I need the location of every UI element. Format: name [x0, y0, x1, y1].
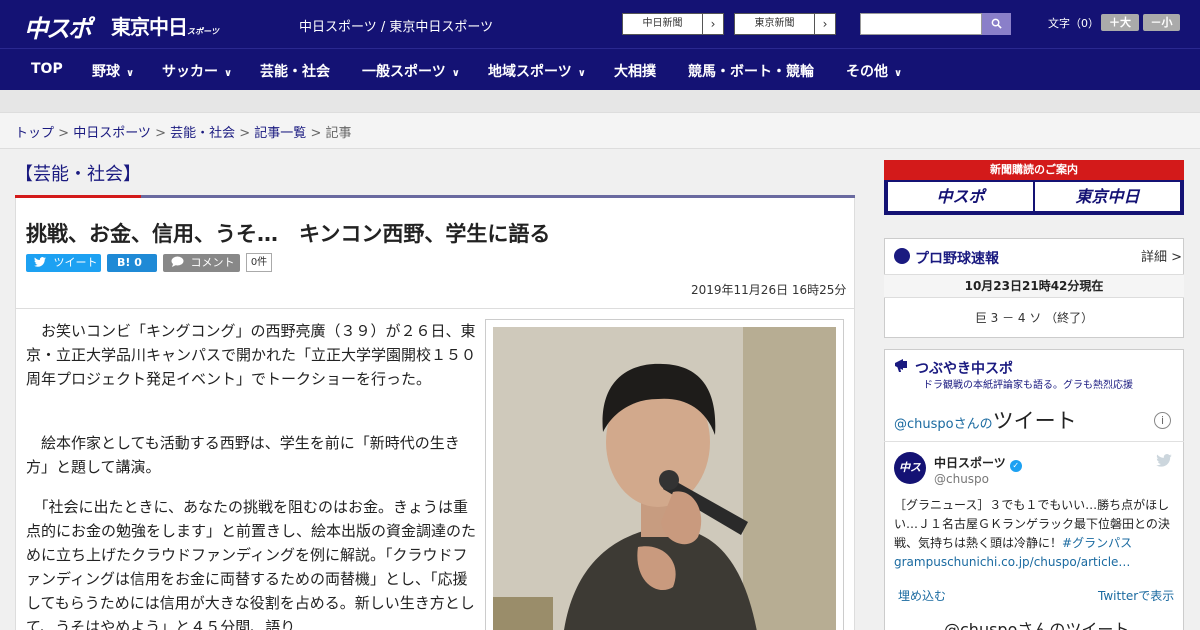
- comment-button[interactable]: コメント: [163, 254, 240, 272]
- breadcrumb-entertainment[interactable]: 芸能・社会: [170, 126, 235, 141]
- font-size-label: 文字（0）: [1048, 17, 1099, 30]
- tokyo-shimbun-link[interactable]: 東京新聞 ›: [734, 13, 836, 35]
- breadcrumb-sep: >: [150, 126, 171, 141]
- nav-soccer[interactable]: サッカー ∨: [162, 61, 232, 81]
- embed-link[interactable]: 埋め込む: [898, 587, 946, 604]
- chevron-down-icon: ∨: [451, 68, 460, 79]
- tweet-button[interactable]: ツイート: [26, 254, 101, 272]
- tokyo-logo-text: 東京中日: [111, 15, 188, 39]
- tokyo-shimbun-label: 東京新聞: [735, 14, 815, 34]
- chevron-down-icon: ∨: [224, 68, 233, 79]
- nav-local-sports[interactable]: 地域スポーツ ∨: [488, 61, 586, 81]
- chunichi-shimbun-link[interactable]: 中日新聞 ›: [622, 13, 724, 35]
- chevron-right-icon: ›: [710, 17, 716, 31]
- subscribe-tokyo-button[interactable]: 東京中日: [1035, 182, 1180, 211]
- nav-other[interactable]: その他 ∨: [846, 61, 902, 81]
- font-smaller-button[interactable]: －小: [1143, 14, 1180, 31]
- nav-entertainment[interactable]: 芸能・社会: [260, 61, 330, 81]
- speaker-photo-illustration: [493, 327, 836, 630]
- view-on-twitter-link[interactable]: Twitterで表示: [1098, 587, 1174, 604]
- baseball-title: プロ野球速報: [915, 251, 999, 267]
- chevron-down-icon: ∨: [894, 68, 903, 79]
- article-paragraph: 絵本作家としても活動する西野は、学生を前に「新時代の生き方」と題して講演。: [26, 434, 460, 476]
- twitter-bird-icon: [34, 257, 46, 267]
- tweet-label: ツイート: [53, 256, 98, 269]
- nav-top[interactable]: TOP: [31, 61, 63, 77]
- main-nav: TOP 野球 ∨ サッカー ∨ 芸能・社会 一般スポーツ ∨ 地域スポーツ ∨ 大相撲 …: [0, 48, 1200, 90]
- tsubuyaki-title: つぶやき中スポ: [915, 361, 1013, 377]
- nav-baseball[interactable]: 野球 ∨: [92, 61, 134, 81]
- site-names: 中日スポーツ / 東京中日スポーツ: [299, 20, 494, 35]
- search-button[interactable]: [982, 13, 1011, 35]
- subscription-banner[interactable]: 新聞購読のご案内 中スポ 東京中日: [884, 160, 1184, 215]
- ad-band: [0, 90, 1200, 112]
- hatena-bookmark-button[interactable]: B! 0: [107, 254, 157, 272]
- tweet-author-handle[interactable]: @chuspo: [934, 472, 989, 486]
- comment-label: コメント: [190, 256, 235, 269]
- nav-label: 地域スポーツ: [488, 64, 572, 80]
- tokyo-chunichi-logo[interactable]: 東京中日スポーツ: [111, 11, 219, 40]
- search-input[interactable]: [860, 13, 982, 35]
- breadcrumb-current: 記事: [325, 126, 352, 141]
- font-larger-button[interactable]: ＋大: [1101, 14, 1139, 31]
- article-paragraph: お笑いコンビ「キングコング」の西野亮廣（３９）が２６日、東京・立正大学品川キャン…: [26, 322, 477, 388]
- nav-label: 芸能・社会: [260, 64, 330, 80]
- nav-racing[interactable]: 競馬・ボート・競輪: [688, 61, 814, 81]
- nav-label: 競馬・ボート・競輪: [688, 64, 814, 80]
- subscribe-chuspo-button[interactable]: 中スポ: [888, 182, 1033, 211]
- author-name-text: 中日スポーツ: [934, 456, 1006, 470]
- avatar[interactable]: 中スポ: [894, 452, 926, 506]
- more-tweets-heading[interactable]: @chuspoさんのツイート: [944, 616, 1129, 630]
- twitter-bird-icon[interactable]: [1156, 454, 1172, 467]
- article-paragraph: 「社会に出たときに、あなたの挑戦を阻むのはお金。きょうは重点的にお金の勉強をしま…: [26, 498, 477, 630]
- megaphone-icon: [895, 359, 907, 372]
- article-photo[interactable]: [493, 327, 836, 630]
- subscription-heading: 新聞購読のご案内: [884, 160, 1184, 180]
- timeline-handle: @chuspoさんの: [894, 417, 993, 432]
- timeline-divider: [884, 441, 1184, 442]
- nav-label: 野球: [92, 64, 120, 80]
- site-header: 中スポ 東京中日スポーツ 中日スポーツ / 東京中日スポーツ: [0, 0, 1200, 48]
- info-icon[interactable]: i: [1154, 412, 1171, 429]
- tweet-link[interactable]: grampuschunichi.co.jp/chuspo/article…: [894, 555, 1130, 569]
- chevron-down-icon: ∨: [577, 68, 586, 79]
- chevron-down-icon: ∨: [126, 68, 135, 79]
- breadcrumb: トップ > 中日スポーツ > 芸能・社会 > 記事一覧 > 記事: [0, 112, 1200, 149]
- timeline-heading: ツイート: [992, 409, 1077, 433]
- tokyo-logo-sub: スポーツ: [187, 27, 219, 36]
- search-icon: [991, 18, 1002, 29]
- speech-bubble-icon: [171, 256, 184, 267]
- tweet-author-name[interactable]: 中日スポーツ ✓: [934, 454, 1022, 472]
- breadcrumb-chuspo[interactable]: 中日スポーツ: [73, 126, 151, 141]
- article-headline: 挑戦、お金、信用、うそ… キンコン西野、学生に語る: [26, 222, 551, 246]
- tweet-text: ［グラニュース］３でも１でもいい…勝ち点がほしい…Ｊ１名古屋ＧＫランゲラック最下…: [894, 496, 1174, 572]
- nav-label: 大相撲: [614, 64, 656, 80]
- nav-label: その他: [846, 64, 888, 80]
- tweet-hashtag[interactable]: #グランパス: [1062, 536, 1132, 550]
- section-title: 【芸能・社会】: [15, 164, 141, 185]
- nav-label: サッカー: [162, 64, 218, 80]
- verified-badge-icon: ✓: [1009, 460, 1022, 472]
- twitter-timeline-header[interactable]: @chuspoさんのツイート: [894, 405, 1077, 435]
- nav-general-sports[interactable]: 一般スポーツ ∨: [362, 61, 460, 81]
- breadcrumb-sep: >: [54, 126, 74, 141]
- comment-count: 0件: [246, 253, 272, 272]
- tsubuyaki-subtitle: ドラ観戦の本紙評論家も語る。グラも熱烈応援: [923, 380, 1133, 391]
- breadcrumb-article-list[interactable]: 記事一覧: [254, 126, 306, 141]
- breadcrumb-sep: >: [306, 126, 326, 141]
- chevron-right-icon: ›: [822, 17, 828, 31]
- baseball-detail-link[interactable]: 詳細 >: [1141, 246, 1182, 265]
- chunichi-shimbun-label: 中日新聞: [623, 14, 703, 34]
- score-timestamp: 10月23日21時42分現在: [884, 274, 1184, 298]
- nav-sumo[interactable]: 大相撲: [614, 61, 656, 81]
- breadcrumb-sep: >: [235, 126, 255, 141]
- nav-label: TOP: [31, 61, 63, 77]
- score-line[interactable]: 巨 3 － 4 ソ （終了）: [884, 309, 1184, 326]
- baseball-icon: [894, 248, 910, 264]
- nav-label: 一般スポーツ: [362, 64, 446, 80]
- chuspo-logo[interactable]: 中スポ: [24, 9, 92, 44]
- article-date: 2019年11月26日 16時25分: [691, 283, 847, 297]
- breadcrumb-top[interactable]: トップ: [15, 126, 54, 141]
